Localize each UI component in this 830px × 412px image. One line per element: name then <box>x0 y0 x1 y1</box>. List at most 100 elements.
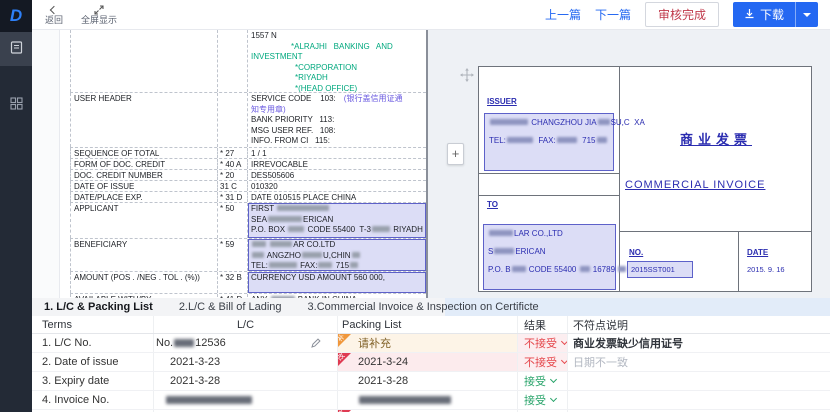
swift-field-value: SERVICE CODE 103:(银行盖信用证通知专用章)BANK PRIOR… <box>248 93 426 147</box>
comparison-header-cell: 不符点说明 <box>568 316 830 333</box>
fullscreen-button[interactable]: 全屏显示 <box>81 4 117 25</box>
tab-item-2[interactable]: 2.L/C & Bill of Lading <box>179 301 282 313</box>
lc-swift-document: 1557 N*ALRAJHI BANKING ANDINVESTMENT*COR… <box>60 30 426 298</box>
text-segment: 715 <box>578 136 596 145</box>
swift-value-line: AR CO.LTD <box>251 240 423 251</box>
swift-row: BENEFICIARY* 59 AR CO.LTD ANGZHOU,CHINTE… <box>70 239 426 272</box>
swift-value-line: BANK PRIORITY 113: <box>251 115 423 126</box>
invoice-no-highlight-box[interactable]: 2015SST001 <box>627 261 693 278</box>
text-segment: ANGZHO <box>265 251 301 260</box>
review-done-button[interactable]: 审核完成 <box>645 2 719 27</box>
chevron-down-icon <box>803 13 811 17</box>
term-cell: 1. L/C No. <box>32 334 154 352</box>
packing-list-cell <box>338 391 518 409</box>
text-segment: *RIYADH <box>295 73 328 82</box>
result-value: 接受 <box>524 373 546 389</box>
commercial-invoice-document: ISSUER CHANGZHOU JIASU,C XATEL: FAX: 715… <box>478 66 812 292</box>
text-segment: *(HEAD OFFICE) <box>295 84 357 93</box>
invoice-date-value: 2015. 9. 16 <box>747 265 785 274</box>
text-segment: *CORPORATION <box>295 63 357 72</box>
download-button[interactable]: 下载 <box>733 2 795 27</box>
redacted-text <box>372 226 390 232</box>
redacted-text <box>490 119 528 125</box>
tab-item-3[interactable]: 3.Commercial Invoice & Inspection on Cer… <box>308 301 539 313</box>
swift-field-value[interactable]: FIRST SEAERICANP.O. BOX CODE 55400 T-3 R… <box>248 203 426 238</box>
sidebar-item-documents[interactable] <box>0 32 32 66</box>
back-icon <box>51 4 57 15</box>
result-value: 不接受 <box>524 335 557 351</box>
prev-doc-link[interactable]: 上一篇 <box>545 6 581 23</box>
comparison-header-cell: 结果 <box>518 316 568 333</box>
swift-value-line: 1 / 1 <box>251 149 423 158</box>
comparison-tabs: 1. L/C & Packing List 2.L/C & Bill of Lad… <box>32 298 830 316</box>
redacted-text <box>494 248 514 254</box>
redacted-text <box>507 137 533 143</box>
sidebar-item-apps[interactable] <box>0 88 32 122</box>
lc-value-text: 2021-3-23 <box>170 356 220 368</box>
redacted-text <box>166 396 252 404</box>
next-doc-link[interactable]: 下一篇 <box>595 6 631 23</box>
result-select[interactable]: 不接受 <box>524 353 567 371</box>
app-logo: D <box>0 0 32 32</box>
edit-icon[interactable] <box>311 338 321 348</box>
move-handle-icon[interactable] <box>460 68 474 82</box>
issuer-highlight-box[interactable]: CHANGZHOU JIASU,C XATEL: FAX: 715 <box>484 113 614 171</box>
back-button[interactable]: 返回 <box>45 4 63 25</box>
chevron-down-icon <box>550 395 557 402</box>
swift-value-line: INVESTMENT <box>251 52 423 63</box>
text-segment: INVESTMENT <box>251 52 303 61</box>
note-cell <box>568 372 830 390</box>
swift-field-label: DATE OF ISSUE <box>70 181 218 191</box>
lc-value-text: No. <box>156 337 173 349</box>
document-icon <box>10 41 23 57</box>
fullscreen-label: 全屏显示 <box>81 15 117 25</box>
swift-field-value: 010320 <box>248 181 426 191</box>
swift-field-value[interactable]: CURRENCY USD AMOUNT 560 000, <box>248 272 426 293</box>
fullscreen-icon <box>94 4 104 15</box>
comparison-header-row: TermsL/CPacking List结果不符点说明 <box>32 316 830 334</box>
zoom-in-button[interactable]: + <box>447 143 464 165</box>
swift-field-value: IRREVOCABLE <box>248 159 426 169</box>
text-segment: 715 <box>333 261 349 270</box>
result-select[interactable]: 接受 <box>524 391 567 409</box>
text-segment: CURRENCY USD AMOUNT 560 000, <box>251 273 385 282</box>
result-select[interactable]: 不接受 <box>524 334 567 352</box>
text-segment: S <box>488 247 493 256</box>
text-segment: BANK PRIORITY 113: <box>251 115 334 124</box>
packing-list-cell: 改2021-3-24 <box>338 353 518 371</box>
text-segment: LAR CO.,LTD <box>514 229 563 238</box>
comparison-row: 1. L/C No.No.12536补请补充不接受商业发票缺少信用证号 <box>32 334 830 353</box>
result-cell: 不接受 <box>518 353 568 371</box>
redacted-text <box>268 216 302 222</box>
chevron-down-icon <box>561 357 568 364</box>
sidebar: D <box>0 0 32 412</box>
result-select[interactable]: 接受 <box>524 372 567 390</box>
swift-row: APPLICANT* 50FIRST SEAERICANP.O. BOX COD… <box>70 203 426 239</box>
panel-divider[interactable] <box>426 30 428 298</box>
swift-field-value[interactable]: AR CO.LTD ANGZHOU,CHINTEL: FAX: 715 <box>248 239 426 271</box>
result-value: 不接受 <box>524 354 557 370</box>
download-options-button[interactable] <box>795 2 818 27</box>
redacted-text <box>302 252 322 258</box>
swift-value-line: 知专用章) <box>251 105 423 116</box>
swift-field-label: SEQUENCE OF TOTAL <box>70 148 218 158</box>
text-segment: TEL: <box>489 136 506 145</box>
swift-value-line: MSG USER REF. 108: <box>251 126 423 137</box>
text-segment: TEL: <box>251 261 268 270</box>
redacted-text <box>252 252 264 258</box>
swift-row: USER HEADERSERVICE CODE 103:(银行盖信用证通知专用章… <box>70 93 426 148</box>
lc-value-cell: No.12536 <box>154 334 338 352</box>
redacted-text <box>350 262 358 268</box>
comparison-row: 2. Date of issue2021-3-23改2021-3-24不接受日期… <box>32 353 830 372</box>
redacted-text <box>598 119 610 125</box>
chevron-down-icon <box>550 376 557 383</box>
swift-value-line: SERVICE CODE 103:(银行盖信用证通 <box>251 94 423 105</box>
redacted-text <box>288 226 304 232</box>
consignee-highlight-box[interactable]: LAR CO.,LTDSERICANP.O. B CODE 55400 1678… <box>483 224 616 290</box>
comparison-panel: 1. L/C & Packing List 2.L/C & Bill of Lad… <box>32 298 830 412</box>
swift-value-line: DATE 010515 PLACE CHINA <box>251 193 423 202</box>
swift-row: 1557 N*ALRAJHI BANKING ANDINVESTMENT*COR… <box>70 30 426 93</box>
swift-field-value: 1557 N*ALRAJHI BANKING ANDINVESTMENT*COR… <box>248 30 426 92</box>
note-cell: 日期不一致 <box>568 353 830 371</box>
tab-item-1[interactable]: 1. L/C & Packing List <box>44 301 153 313</box>
